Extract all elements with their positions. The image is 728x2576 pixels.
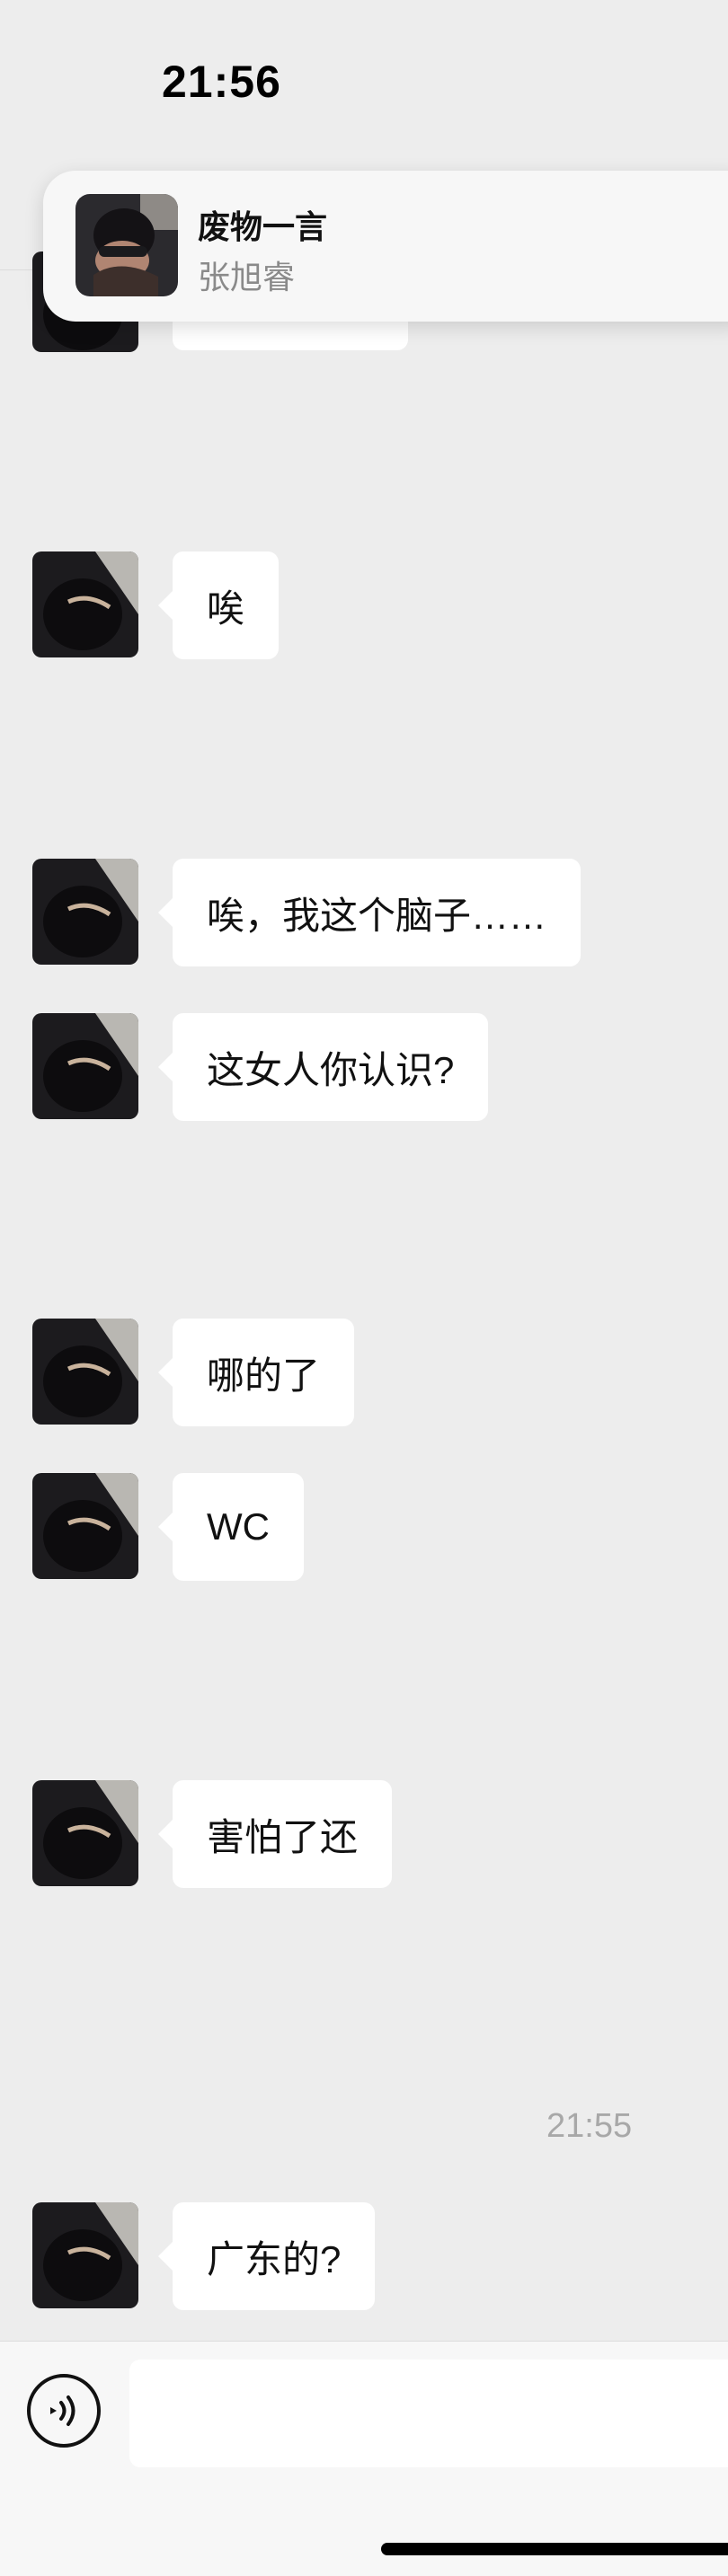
notification-banner[interactable]: 废物一言 张旭睿 (43, 171, 728, 322)
input-bar (0, 2341, 728, 2576)
avatar[interactable] (32, 2202, 138, 2308)
message-bubble[interactable]: 这女人你认识? (157, 1013, 489, 1121)
avatar[interactable] (32, 1319, 138, 1425)
notification-avatar (75, 194, 178, 296)
home-indicator (381, 2543, 728, 2555)
message-bubble[interactable]: 唉，我这个脑子…… (157, 859, 582, 966)
voice-button[interactable] (27, 2374, 101, 2448)
message-bubble[interactable]: 广东的? (157, 2202, 376, 2310)
notification-subtitle: 张旭睿 (198, 259, 296, 296)
avatar[interactable] (32, 1473, 138, 1579)
avatar[interactable] (32, 859, 138, 965)
message-bubble[interactable]: 害怕了还 (157, 1780, 393, 1888)
status-bar: 21:56 (0, 0, 728, 171)
chat-screen: 21:56 废物一言 张旭睿 唉 唉，我这个脑子…… 这女人你认识? 哪的了 W… (0, 0, 728, 2576)
message-input[interactable] (129, 2360, 728, 2467)
message-bubble[interactable]: WC (158, 1473, 304, 1581)
voice-icon (50, 2395, 75, 2426)
message-bubble[interactable]: 唉 (157, 551, 280, 659)
message-timestamp: 21:55 (546, 2107, 633, 2145)
avatar[interactable] (32, 551, 138, 657)
avatar[interactable] (32, 1013, 138, 1119)
message-bubble[interactable]: 哪的了 (157, 1319, 355, 1426)
avatar[interactable] (32, 1780, 138, 1886)
status-time: 21:56 (162, 57, 281, 107)
notification-title: 废物一言 (198, 208, 328, 245)
